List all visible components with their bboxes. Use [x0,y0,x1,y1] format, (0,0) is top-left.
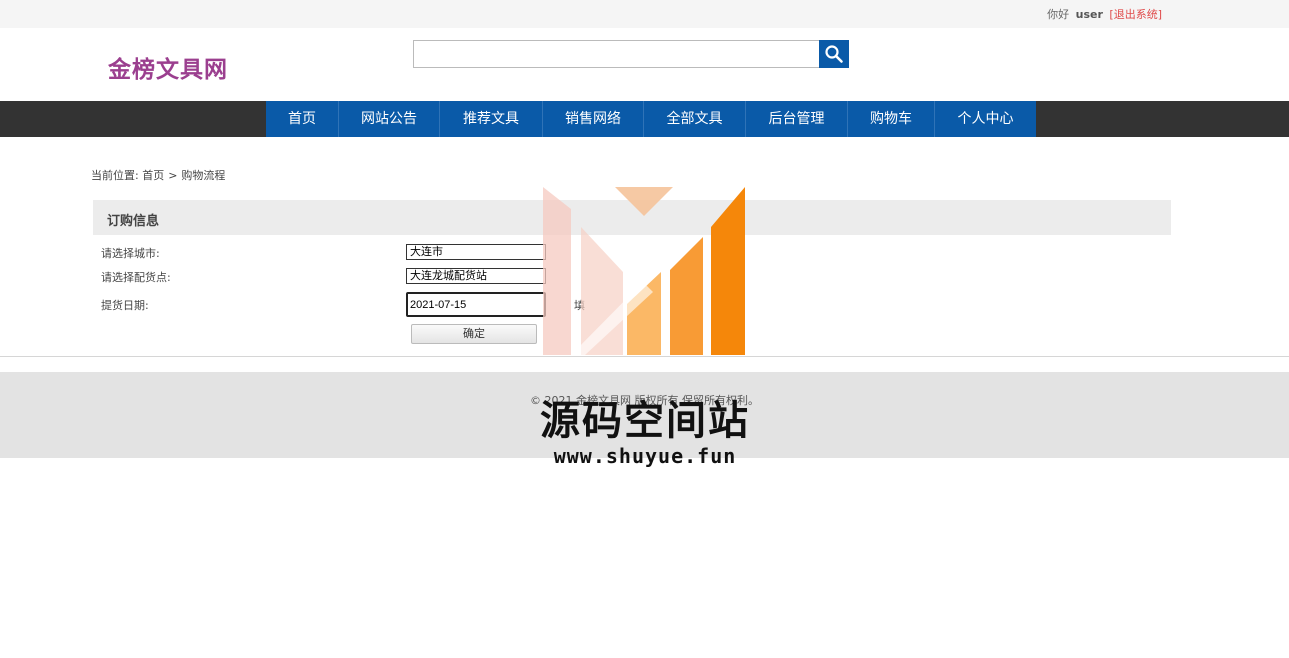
watermark-logo-icon [543,187,745,355]
nav-item-cart[interactable]: 购物车 [848,101,935,137]
confirm-button[interactable]: 确定 [411,324,537,344]
user-area: 你好 user [退出系统] [1047,6,1162,22]
site-logo[interactable]: 金榜文具网 [108,50,228,84]
top-bar: 你好 user [退出系统] [0,0,1289,28]
nav-item-recommended[interactable]: 推荐文具 [440,101,543,137]
breadcrumb-prefix: 当前位置: 首页 [91,169,165,182]
nav-item-sales-network[interactable]: 销售网络 [543,101,644,137]
nav-item-home[interactable]: 首页 [266,101,339,137]
breadcrumb-separator: > [168,169,178,182]
logout-link[interactable]: [退出系统] [1109,8,1162,21]
greeting-text: 你好 [1047,8,1070,21]
city-label: 请选择城市: [101,247,160,260]
header: 金榜文具网 [0,28,1289,101]
watermark-title: 源码空间站 [540,398,750,444]
breadcrumb-current: 购物流程 [181,169,226,182]
breadcrumb: 当前位置: 首页 > 购物流程 [91,167,225,183]
point-label: 请选择配货点: [101,271,171,284]
search-input[interactable] [413,40,820,68]
panel-title: 订购信息 [107,214,160,229]
main-nav: 首页 网站公告 推荐文具 销售网络 全部文具 后台管理 购物车 个人中心 [0,101,1289,137]
watermark-url: www.shuyue.fun [553,444,737,468]
search-button[interactable] [819,40,849,68]
pickup-point-select[interactable]: 大连龙城配货站 [406,268,546,284]
nav-menu: 首页 网站公告 推荐文具 销售网络 全部文具 后台管理 购物车 个人中心 [266,101,1036,137]
nav-item-notice[interactable]: 网站公告 [339,101,440,137]
city-select[interactable]: 大连市 [406,244,546,260]
nav-item-all-products[interactable]: 全部文具 [644,101,746,137]
date-label: 提货日期: [101,299,149,312]
nav-item-profile[interactable]: 个人中心 [935,101,1036,137]
search-icon [825,45,843,63]
nav-item-admin[interactable]: 后台管理 [746,101,848,137]
username: user [1075,8,1103,21]
pickup-date-input[interactable] [406,292,546,317]
